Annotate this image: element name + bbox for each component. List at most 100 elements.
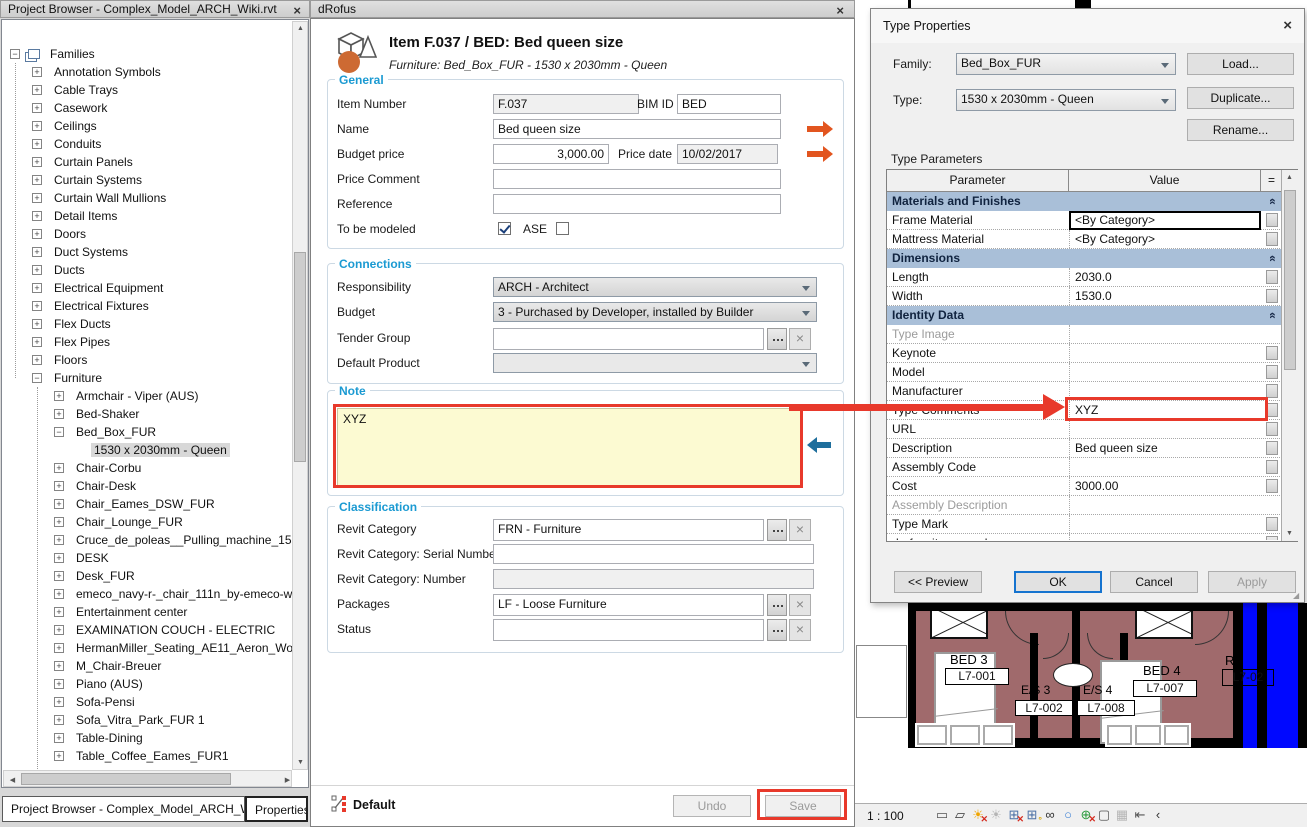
tree-vertical-scrollbar[interactable]: ▲ ▼ — [292, 21, 308, 770]
tree-item-label[interactable]: Ceilings — [54, 119, 97, 133]
expand-icon[interactable]: + — [32, 265, 42, 275]
column-header-associate[interactable]: = — [1261, 170, 1282, 192]
tree-item[interactable]: +Doors — [4, 225, 292, 243]
expand-icon[interactable]: + — [54, 517, 64, 527]
browse-button[interactable] — [767, 619, 787, 641]
tree-item-label[interactable]: Chair_Lounge_FUR — [76, 515, 183, 529]
status-input[interactable] — [493, 619, 764, 641]
tree-item[interactable]: +Ceilings — [4, 117, 292, 135]
analytical-model-icon[interactable]: ⊕✕ — [1077, 807, 1095, 823]
type-select[interactable]: 1530 x 2030mm - Queen — [956, 89, 1176, 111]
tree-item-label[interactable]: Armchair - Viper (AUS) — [76, 389, 198, 403]
default-product-select[interactable] — [493, 353, 817, 373]
close-icon[interactable]: × — [1283, 17, 1292, 34]
browse-button[interactable] — [767, 519, 787, 541]
clear-icon[interactable]: × — [789, 519, 811, 541]
tree-item-label[interactable]: Casework — [54, 101, 107, 115]
expand-icon[interactable]: + — [32, 301, 42, 311]
reference-input[interactable] — [493, 194, 781, 214]
parameter-value[interactable] — [1069, 534, 1261, 540]
tree-item-label[interactable]: Cruce_de_poleas__Pulling_machine_15500 — [76, 533, 292, 547]
tree-item-label[interactable]: HermanMiller_Seating_AE11_Aeron_WorkC — [76, 641, 292, 655]
tree-item-label[interactable]: Curtain Panels — [54, 155, 133, 169]
tree-item-label[interactable]: Electrical Equipment — [54, 281, 163, 295]
expand-icon[interactable]: + — [54, 499, 64, 509]
parameter-value[interactable] — [1069, 344, 1261, 362]
tree-item[interactable]: +Conduits — [4, 135, 292, 153]
tree-item-label[interactable]: Entertainment center — [76, 605, 187, 619]
clear-icon[interactable]: × — [789, 328, 811, 350]
tree-item[interactable]: +Flex Pipes — [4, 333, 292, 351]
expand-icon[interactable]: + — [54, 589, 64, 599]
parameter-row[interactable]: Model — [887, 363, 1282, 382]
expand-icon[interactable]: + — [32, 211, 42, 221]
grid-icon[interactable]: ▦ — [1113, 807, 1131, 823]
parameter-row[interactable]: DescriptionBed queen size — [887, 439, 1282, 458]
tree-item-label[interactable]: Table_Dining Round w Chairs_FUR1 — [76, 767, 272, 769]
associate-parameter-button[interactable] — [1266, 479, 1278, 493]
tree-item-label[interactable]: Families — [50, 47, 95, 61]
tree-item[interactable]: +Cable Trays — [4, 81, 292, 99]
scroll-up-icon[interactable]: ▲ — [293, 25, 308, 32]
scrollbar-thumb[interactable] — [294, 252, 306, 462]
price-comment-input[interactable] — [493, 169, 781, 189]
tree-item[interactable]: +Cruce_de_poleas__Pulling_machine_15500 — [4, 531, 292, 549]
tender-group-input[interactable] — [493, 328, 764, 350]
tree-item[interactable]: +Ducts — [4, 261, 292, 279]
ase-checkbox[interactable] — [556, 222, 569, 235]
dialog-titlebar[interactable]: Type Properties × — [871, 9, 1304, 43]
tree-item[interactable]: +Armchair - Viper (AUS) — [4, 387, 292, 405]
parameter-value[interactable]: 3000.00 — [1069, 477, 1261, 495]
scale-label[interactable]: 1 : 100 — [867, 809, 904, 823]
parameter-row[interactable]: Mattress Material<By Category> — [887, 230, 1282, 249]
parameter-row[interactable]: Type Mark — [887, 515, 1282, 534]
family-tree[interactable]: −Families+Annotation Symbols+Cable Trays… — [4, 21, 292, 769]
parameter-value[interactable]: Bed queen size — [1069, 439, 1261, 457]
rename-button[interactable]: Rename... — [1187, 119, 1294, 141]
tree-item-label[interactable]: Flex Ducts — [54, 317, 111, 331]
associate-parameter-button[interactable] — [1266, 517, 1278, 531]
expand-icon[interactable]: + — [32, 139, 42, 149]
tree-item-label[interactable]: Chair_Eames_DSW_FUR — [76, 497, 215, 511]
tree-item[interactable]: +Entertainment center — [4, 603, 292, 621]
expand-icon[interactable]: + — [54, 571, 64, 581]
expand-icon[interactable]: + — [32, 67, 42, 77]
scrollbar-thumb[interactable] — [21, 773, 231, 785]
tree-item[interactable]: +Casework — [4, 99, 292, 117]
parameter-value[interactable] — [1069, 496, 1261, 514]
expand-icon[interactable]: + — [32, 157, 42, 167]
expand-icon[interactable]: + — [54, 679, 64, 689]
tree-item[interactable]: +Sofa-Pensi — [4, 693, 292, 711]
parameter-value[interactable] — [1069, 420, 1261, 438]
scrollbar-thumb[interactable] — [1284, 190, 1296, 370]
tree-item-label[interactable]: 1530 x 2030mm - Queen — [91, 443, 230, 457]
parameter-value[interactable]: <By Category> — [1069, 211, 1261, 230]
parameter-value[interactable] — [1069, 515, 1261, 533]
tree-item-label[interactable]: Electrical Fixtures — [54, 299, 149, 313]
tree-item[interactable]: +Curtain Wall Mullions — [4, 189, 292, 207]
tree-item[interactable]: −Furniture — [4, 369, 292, 387]
tree-item-label[interactable]: Flex Pipes — [54, 335, 110, 349]
room-tag[interactable]: L7-008 — [1077, 700, 1135, 716]
tree-item[interactable]: +Chair-Corbu — [4, 459, 292, 477]
tree-item-label[interactable]: emeco_navy-r-_chair_111n_by-emeco-with — [76, 587, 292, 601]
tree-item[interactable]: +DESK — [4, 549, 292, 567]
associate-parameter-button[interactable] — [1266, 441, 1278, 455]
associate-parameter-button[interactable] — [1266, 365, 1278, 379]
lock-icon[interactable]: ⇤ — [1131, 807, 1149, 823]
tree-item-label[interactable]: Chair-Desk — [76, 479, 136, 493]
sun-path-icon[interactable]: ☀✕ — [969, 807, 987, 823]
room-name[interactable]: BED 4 — [1143, 663, 1181, 678]
close-icon[interactable]: × — [293, 2, 301, 19]
tree-item-label[interactable]: Doors — [54, 227, 86, 241]
room-tag[interactable]: L7-001 — [945, 668, 1009, 685]
ok-button[interactable]: OK — [1014, 571, 1102, 593]
reveal-hidden-icon[interactable]: ∞ — [1041, 807, 1059, 822]
collapse-icon[interactable]: − — [32, 373, 42, 383]
parameter-row[interactable]: Length2030.0 — [887, 268, 1282, 287]
parameter-group-header[interactable]: Dimensions« — [887, 249, 1282, 268]
associate-parameter-button[interactable] — [1266, 289, 1278, 303]
tree-item[interactable]: +Piano (AUS) — [4, 675, 292, 693]
collapse-icon[interactable]: − — [10, 49, 20, 59]
chevron-left-icon[interactable]: ‹ — [1149, 807, 1167, 822]
